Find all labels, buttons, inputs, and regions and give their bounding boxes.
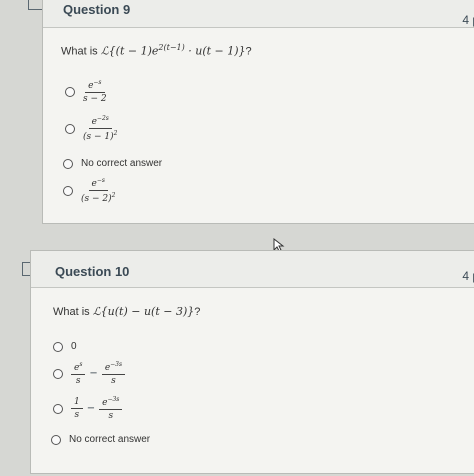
option-math: e−3s s — [101, 361, 126, 386]
answer-option-c[interactable]: 1 s − e−3s s — [53, 396, 123, 421]
radio-button[interactable] — [53, 368, 63, 379]
radio-button[interactable] — [63, 185, 73, 196]
option-label: No correct answer — [81, 158, 163, 169]
question-header: Question 9 — [43, 0, 474, 28]
option-math: e−2s (s − 1)2 — [83, 115, 118, 142]
answer-option-b[interactable]: e−2s (s − 1)2 — [65, 115, 117, 142]
option-math: e−s s − 2 — [83, 79, 107, 104]
option-label: 0 — [71, 341, 77, 352]
radio-button[interactable] — [53, 341, 63, 352]
option-math: es s — [71, 361, 86, 386]
question-header: Question 10 — [31, 251, 474, 288]
radio-button[interactable] — [65, 123, 75, 134]
answer-option-b[interactable]: es s − e−3s s — [53, 361, 126, 386]
option-math: e−3s s — [99, 396, 123, 421]
option-math: 1 s — [71, 397, 83, 420]
question-title: Question 9 — [63, 2, 131, 17]
answer-option-d[interactable]: e−s (s − 2)2 — [63, 177, 115, 204]
answer-option-a[interactable]: e−s s − 2 — [65, 79, 107, 104]
question-prompt: What is ℒ{u(t) − u(t − 3)}? — [53, 305, 201, 318]
radio-button[interactable] — [51, 434, 61, 445]
answer-option-a[interactable]: 0 — [53, 341, 77, 352]
option-math: e−s (s − 2)2 — [81, 177, 116, 204]
radio-button[interactable] — [65, 86, 75, 97]
radio-button[interactable] — [63, 158, 73, 169]
question-prompt: What is ℒ{(t − 1)e2(t−1) · u(t − 1)}? — [61, 43, 252, 58]
question-card-10: Question 10 4 p What is ℒ{u(t) − u(t − 3… — [30, 250, 474, 474]
question-card-9: Question 9 4 p What is ℒ{(t − 1)e2(t−1) … — [42, 0, 474, 224]
question-points: 4 p — [462, 13, 474, 27]
option-label: No correct answer — [69, 434, 151, 445]
answer-option-d[interactable]: No correct answer — [51, 434, 150, 445]
answer-option-c[interactable]: No correct answer — [63, 158, 162, 169]
question-title: Question 10 — [55, 264, 130, 279]
question-points: 4 p — [462, 269, 474, 283]
radio-button[interactable] — [53, 403, 63, 414]
